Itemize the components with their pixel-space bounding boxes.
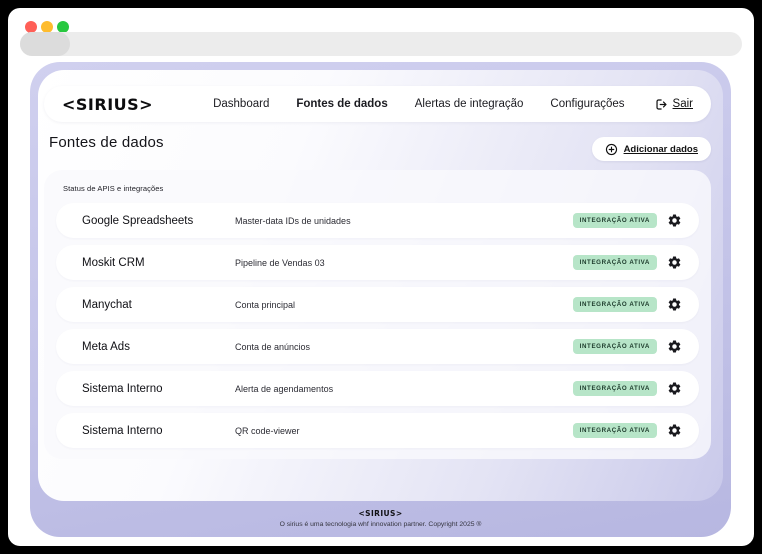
integrations-list: Google Spreadsheets Master-data IDs de u…: [56, 203, 699, 448]
gear-icon: [668, 256, 681, 269]
add-data-button[interactable]: Adicionar dados: [591, 137, 711, 161]
table-row: Sistema Interno QR code-viewer INTEGRAÇÃ…: [56, 413, 699, 448]
status-badge: INTEGRAÇÃO ATIVA: [572, 381, 657, 396]
browser-address-bar[interactable]: [20, 32, 742, 56]
top-navbar: <SIRIUS> Dashboard Fontes de dados Alert…: [44, 86, 711, 122]
gear-icon: [668, 298, 681, 311]
status-badge: INTEGRAÇÃO ATIVA: [572, 423, 657, 438]
app-surface: <SIRIUS> Dashboard Fontes de dados Alert…: [38, 70, 723, 501]
integration-description: Conta principal: [235, 299, 296, 310]
status-badge: INTEGRAÇÃO ATIVA: [572, 213, 657, 228]
table-row: Meta Ads Conta de anúncios INTEGRAÇÃO AT…: [56, 329, 699, 364]
add-data-label: Adicionar dados: [623, 143, 698, 155]
status-badge: INTEGRAÇÃO ATIVA: [572, 255, 657, 270]
row-settings-button[interactable]: [666, 380, 683, 397]
gear-icon: [668, 340, 681, 353]
row-settings-button[interactable]: [666, 296, 683, 313]
address-bar-chip: [20, 32, 70, 56]
integration-name: Moskit CRM: [82, 256, 145, 269]
footer-sirius-logo: <SIRIUS>: [358, 509, 403, 518]
footer: <SIRIUS> O sirius é uma tecnologia whf i…: [30, 509, 731, 528]
gear-icon: [668, 382, 681, 395]
gear-icon: [668, 424, 681, 437]
row-settings-button[interactable]: [666, 254, 683, 271]
integration-description: Master-data IDs de unidades: [235, 215, 351, 226]
integration-name: Sistema Interno: [82, 382, 163, 395]
integration-name: Google Spreadsheets: [82, 214, 194, 227]
browser-window: <SIRIUS> Dashboard Fontes de dados Alert…: [8, 8, 754, 546]
logout-label: Sair: [672, 98, 693, 110]
integration-name: Manychat: [82, 298, 132, 311]
nav-item-alertas-de-integracao[interactable]: Alertas de integração: [415, 98, 524, 110]
nav-links: Dashboard Fontes de dados Alertas de int…: [213, 98, 624, 110]
app-container: <SIRIUS> Dashboard Fontes de dados Alert…: [30, 62, 731, 537]
integration-description: Conta de anúncios: [235, 341, 311, 352]
plus-circle-icon: [605, 143, 617, 155]
integration-name: Sistema Interno: [82, 424, 163, 437]
nav-item-fontes-de-dados[interactable]: Fontes de dados: [296, 98, 387, 110]
table-row: Sistema Interno Alerta de agendamentos I…: [56, 371, 699, 406]
row-settings-button[interactable]: [666, 212, 683, 229]
integration-description: Pipeline de Vendas 03: [235, 257, 325, 268]
table-row: Moskit CRM Pipeline de Vendas 03 INTEGRA…: [56, 245, 699, 280]
gear-icon: [668, 214, 681, 227]
integration-name: Meta Ads: [82, 340, 130, 353]
table-row: Google Spreadsheets Master-data IDs de u…: [56, 203, 699, 238]
integrations-card: Status de APIS e integrações Google Spre…: [44, 170, 711, 459]
nav-item-dashboard[interactable]: Dashboard: [213, 98, 269, 110]
table-row: Manychat Conta principal INTEGRAÇÃO ATIV…: [56, 287, 699, 322]
nav-item-configuracoes[interactable]: Configurações: [550, 98, 624, 110]
footer-copyright: O sirius é uma tecnologia whf innovation…: [279, 521, 482, 528]
integration-description: QR code-viewer: [235, 425, 300, 436]
status-badge: INTEGRAÇÃO ATIVA: [572, 297, 657, 312]
logout-icon: [655, 98, 667, 110]
row-settings-button[interactable]: [666, 338, 683, 355]
logout-button[interactable]: Sair: [655, 98, 693, 111]
status-badge: INTEGRAÇÃO ATIVA: [572, 339, 657, 354]
sirius-logo: <SIRIUS>: [62, 94, 154, 114]
page-title: Fontes de dados: [49, 134, 164, 151]
row-settings-button[interactable]: [666, 422, 683, 439]
integration-description: Alerta de agendamentos: [235, 383, 334, 394]
integrations-card-label: Status de APIS e integrações: [63, 184, 164, 193]
